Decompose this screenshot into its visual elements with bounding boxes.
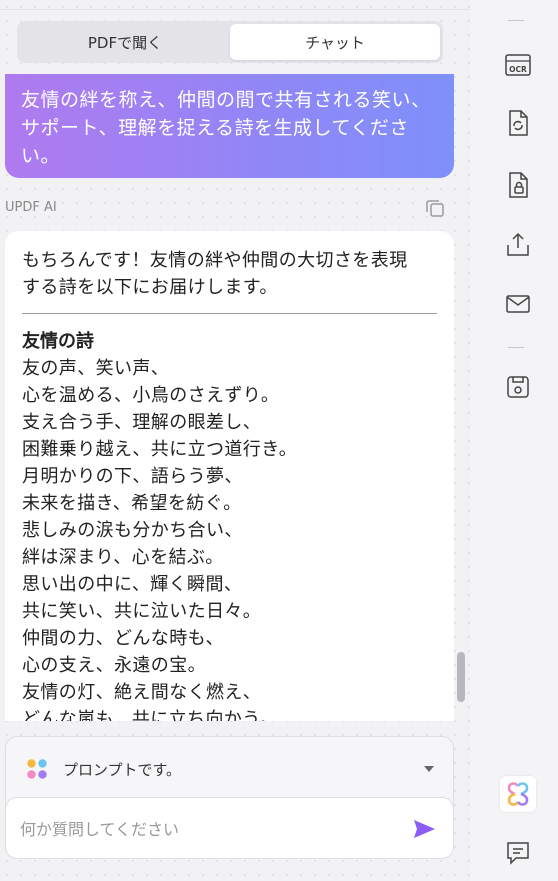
protect-button[interactable] [503,170,533,200]
poem-line: 共に笑い、共に泣いた日々。 [22,601,262,622]
user-message-line: い。 [21,145,61,167]
ocr-button[interactable]: OCR [503,50,533,80]
ocr-text: OCR [509,65,527,74]
assistant-label: UPDF AI [5,200,57,215]
mode-tabs: PDFで聞く チャット [17,21,443,63]
poem-line: 困難乗り越え、共に立つ道行き。 [22,439,298,460]
share-button[interactable] [503,230,533,260]
user-message-line: サポート、理解を捉える詩を生成してくださ [21,117,409,139]
chat-scrollbar[interactable] [457,652,465,702]
lock-file-icon [509,172,528,198]
poem-line: 悲しみの涙も分かち合い、 [22,520,243,541]
send-icon[interactable] [411,816,437,842]
mail-icon [506,295,530,313]
ocr-icon: OCR [505,54,531,76]
poem-line: 友情の灯、絶え間なく燃え、 [22,682,262,703]
user-message-line: 友情の絆を称え、仲間の間で共有される笑い、 [21,89,431,111]
assistant-intro-line: する詩を以下にお届けします。 [22,277,278,298]
save-button[interactable] [503,372,533,402]
updf-ai-logo-icon [507,782,529,806]
poem-line: 仲間の力、どんな時も、 [22,628,224,649]
chat-panel: PDFで聞く チャット 友情の絆を称え、仲間の間で共有される笑い、 サポート、理… [0,0,470,881]
tab-chat[interactable]: チャット [230,24,440,60]
email-button[interactable] [503,289,533,319]
composer: プロンプトです。 [5,736,454,859]
comment-icon [507,842,529,865]
toolbar-separator [508,347,524,348]
convert-button[interactable] [503,108,533,138]
assistant-message-bubble: もちろんです！友情の絆や仲間の大切さを表現 する詩を以下にお届けします。 友情の… [5,231,454,721]
share-icon [507,232,529,256]
top-divider [0,9,470,10]
question-input-box [5,797,454,859]
prompt-icon [27,759,47,779]
poem-line: 思い出の中に、輝く瞬間、 [22,574,243,595]
poem-line: どんな嵐も、共に立ち向かう。 [22,709,278,721]
poem-line: 未来を描き、希望を紡ぐ。 [22,493,242,514]
prompt-label: プロンプトです。 [63,761,182,779]
convert-icon [509,110,528,136]
poem-line: 月明かりの下、語らう夢、 [22,466,243,487]
save-icon [507,376,529,398]
assistant-intro-line: もちろんです！友情の絆や仲間の大切さを表現 [22,250,408,271]
message-divider [22,313,437,314]
poem-line: 絆は深まり、心を結ぶ。 [22,547,224,568]
comment-button[interactable] [503,838,533,868]
poem-line: 支え合う手、理解の眼差し、 [22,412,262,433]
poem-title: 友情の詩 [22,331,94,352]
chevron-down-icon [424,766,434,772]
toolbar-separator [508,20,524,21]
updf-ai-button[interactable] [500,776,536,812]
poem-line: 友の声、笑い声、 [22,358,170,379]
poem-line: 心を温める、小鳥のさえずり。 [22,385,280,406]
user-message-bubble: 友情の絆を称え、仲間の間で共有される笑い、 サポート、理解を捉える詩を生成してく… [5,74,454,178]
question-input[interactable] [20,816,390,842]
tab-ask-pdf[interactable]: PDFで聞く [20,24,230,60]
poem-line: 心の支え、永遠の宝。 [22,655,206,676]
assistant-intro: もちろんです！友情の絆や仲間の大切さを表現 する詩を以下にお届けします。 [22,247,437,301]
copy-icon[interactable] [423,196,447,220]
right-toolbar: OCR [470,0,558,881]
prompt-selector[interactable]: プロンプトです。 [6,737,453,797]
